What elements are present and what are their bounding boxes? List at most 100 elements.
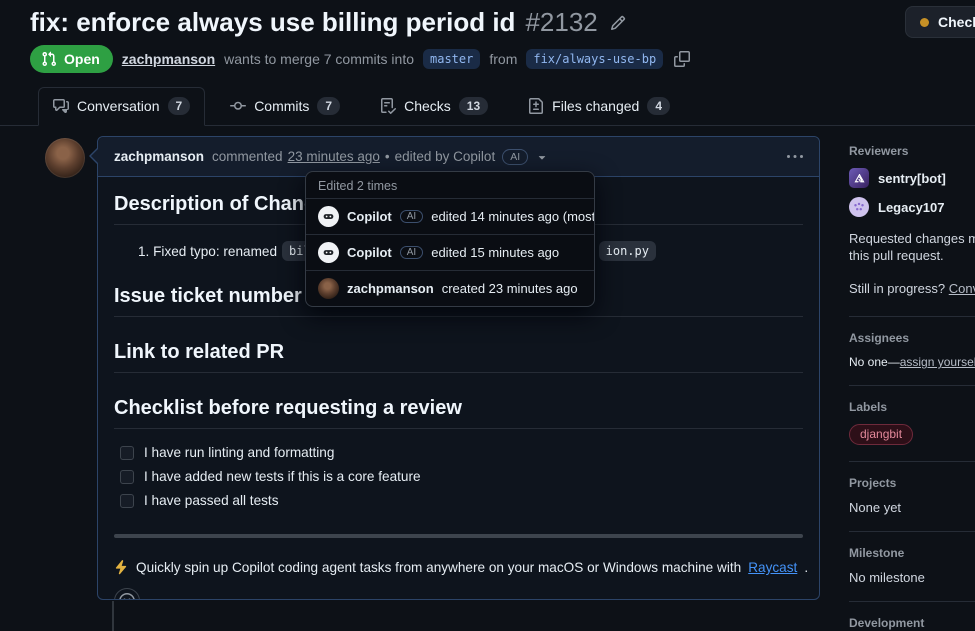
kebab-menu-icon[interactable] [787,149,803,165]
tab-conversation[interactable]: Conversation 7 [38,87,205,126]
promo-text: Quickly spin up Copilot coding agent tas… [136,560,741,575]
checklist-icon [380,98,396,114]
assign-yourself-link[interactable]: assign yourself [900,355,975,369]
edit-history-toggle[interactable] [535,150,549,164]
reviewer-row: sentry[bot] [849,168,975,188]
labels-heading[interactable]: Labels [849,400,975,414]
git-commit-icon [230,98,246,114]
checkbox[interactable] [120,446,134,460]
projects-heading[interactable]: Projects [849,476,975,490]
milestone-value: No milestone [849,570,975,585]
entry-text: created 23 minutes ago [442,281,578,296]
note-line: this pull request. [849,247,975,264]
copilot-avatar [318,206,339,227]
comment-action: commented [212,149,283,164]
pr-number: #2132 [525,7,597,38]
checks-status-dot [920,18,929,27]
assignees-value: No one—assign yourself [849,355,975,369]
heading-link-pr: Link to related PR [114,339,803,373]
tab-checks[interactable]: Checks 13 [365,87,503,126]
reviewer-name[interactable]: sentry[bot] [878,171,946,186]
checkbox[interactable] [120,494,134,508]
add-reaction-button[interactable] [114,588,140,599]
checkbox[interactable] [120,470,134,484]
pr-tabs: Conversation 7 Commits 7 Checks 13 Files… [0,87,975,126]
entry-text: edited 14 minutes ago (most recent) [431,209,595,224]
ai-badge: AI [400,246,423,259]
pr-page: fix: enforce always use billing period i… [0,0,975,631]
checklist-label: I have passed all tests [144,493,279,508]
entry-text: edited 15 minutes ago [431,245,559,260]
development-heading[interactable]: Development [849,616,975,630]
list-number: 1. [138,244,149,259]
list-text: Fixed typo: renamed [153,244,277,259]
assignees-heading[interactable]: Assignees [849,331,975,345]
reviewer-avatar [849,197,869,217]
tab-label: Checks [404,98,451,114]
reviewers-section: Reviewers sentry[bot] Legacy107 Requeste… [849,136,975,317]
inline-code-end: ion.py [599,241,656,261]
convert-to-draft-line: Still in progress? Convert to draft [849,281,975,296]
comment-timestamp[interactable]: 23 minutes ago [288,149,380,164]
reviewers-heading[interactable]: Reviewers [849,144,975,158]
reviewer-row: Legacy107 [849,197,975,217]
promo-period: . [804,560,808,575]
tab-label: Commits [254,98,309,114]
pr-sidebar: Reviewers sentry[bot] Legacy107 Requeste… [849,136,975,631]
entry-author: zachpmanson [347,281,434,296]
checks-button-label: Checks [938,14,975,30]
tab-counter: 13 [459,97,488,115]
checklist-label: I have run linting and formatting [144,445,334,460]
pull-request-icon [41,51,57,67]
projects-section: Projects None yet [849,462,975,532]
avatar[interactable] [45,138,85,178]
labels-section: Labels djangbit [849,386,975,462]
milestone-heading[interactable]: Milestone [849,546,975,560]
pr-author-link[interactable]: zachpmanson [122,51,215,67]
comment-author[interactable]: zachpmanson [114,149,204,164]
edit-history-dropdown: Edited 2 times Copilot AI edited 14 minu… [305,171,595,307]
note-line: Requested changes must be addressed to m… [849,230,975,247]
convert-to-draft-link[interactable]: Convert to draft [949,281,975,296]
entry-author: Copilot [347,245,392,260]
tab-label: Files changed [552,98,639,114]
ai-badge: AI [502,149,528,165]
timeline-line [112,601,114,631]
checklist-item: I have run linting and formatting [120,445,803,460]
file-diff-icon [528,98,544,114]
label-djangbit[interactable]: djangbit [849,424,913,445]
review-required-note: Requested changes must be addressed to m… [849,230,975,264]
reviewer-name[interactable]: Legacy107 [878,200,945,215]
pr-state-label: Open [64,51,100,67]
tab-commits[interactable]: Commits 7 [215,87,355,126]
projects-value: None yet [849,500,975,515]
edit-history-entry[interactable]: zachpmanson created 23 minutes ago [306,270,594,306]
tab-counter: 4 [647,97,670,115]
base-branch-label[interactable]: master [423,49,480,69]
edited-by-text: edited by Copilot [395,149,496,164]
checks-button[interactable]: Checks [905,6,975,38]
edit-history-entry[interactable]: Copilot AI edited 15 minutes ago [306,234,594,270]
tab-files-changed[interactable]: Files changed 4 [513,87,685,126]
progress-text: Still in progress? [849,281,945,296]
head-branch-label[interactable]: fix/always-use-bp [526,49,663,69]
edit-history-title: Edited 2 times [306,172,594,198]
assignees-section: Assignees No one—assign yourself [849,317,975,386]
edit-title-icon[interactable] [610,15,626,31]
checklist-item: I have added new tests if this is a core… [120,469,803,484]
promo-line: Quickly spin up Copilot coding agent tas… [114,560,803,575]
copy-branch-icon[interactable] [674,51,690,67]
comment-discussion-icon [53,98,69,114]
sentry-bot-avatar [849,168,869,188]
heading-checklist: Checklist before requesting a review [114,395,803,429]
tab-counter: 7 [168,97,191,115]
checklist-label: I have added new tests if this is a core… [144,469,421,484]
tab-counter: 7 [317,97,340,115]
entry-author: Copilot [347,209,392,224]
page-title: fix: enforce always use billing period i… [30,7,626,38]
raycast-link[interactable]: Raycast [748,560,797,575]
edit-history-entry[interactable]: Copilot AI edited 14 minutes ago (most r… [306,198,594,234]
development-section: Development Successfully merging this pu… [849,602,975,631]
no-one-text: No one— [849,355,900,369]
pr-title-text: fix: enforce always use billing period i… [30,7,515,38]
